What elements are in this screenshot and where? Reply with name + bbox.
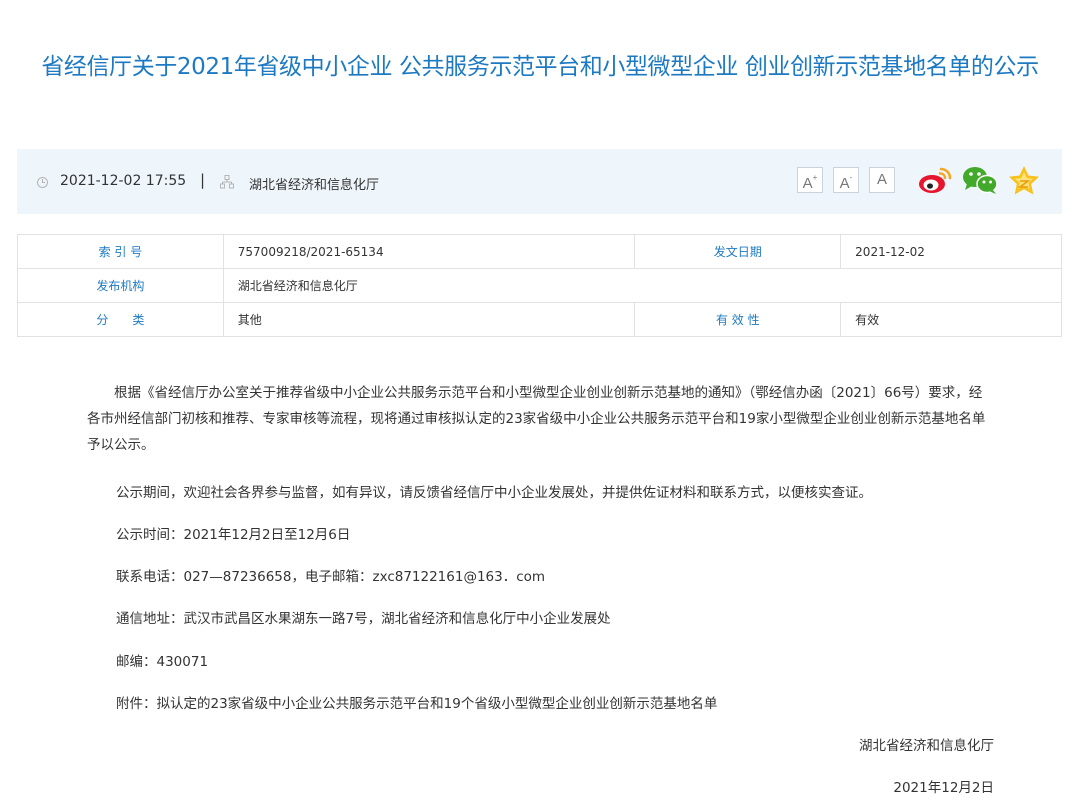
info-bar: 2021-12-02 17:55 | 湖北省经济和信息化厅 A+ A- A [17,149,1062,214]
clock-icon [37,177,48,188]
org-label: 发布机构 [17,268,224,303]
font-increase-button[interactable]: A+ [797,167,823,193]
sign-date: 2021年12月2日 [893,780,994,796]
wechat-icon[interactable] [961,164,999,196]
font-decrease-button[interactable]: A- [833,167,859,193]
category-value: 其他 [222,302,636,337]
validity-value: 有效 [840,302,1062,337]
index-label: 索 引 号 [17,234,224,269]
table-row: 发布机构 湖北省经济和信息化厅 [17,268,1063,303]
paragraph-postcode: 邮编：430071 [116,654,209,670]
org-value: 湖北省经济和信息化厅 [222,268,1063,303]
separator: | [200,171,206,189]
publisher-name: 湖北省经济和信息化厅 [249,178,380,193]
favorite-star-icon[interactable] [1007,164,1041,196]
paragraph-attachment[interactable]: 附件：拟认定的23家省级中小企业公共服务示范平台和19个省级小型微型企业创业创新… [116,692,717,712]
font-reset-button[interactable]: A [869,167,895,193]
index-value: 757009218/2021-65134 [222,234,636,269]
org-icon [220,175,234,189]
paragraph-intro: 根据《省经信厅办公室关于推荐省级中小企业公共服务示范平台和小型微型企业创业创新示… [87,385,986,453]
date-value: 2021-12-02 [840,234,1062,269]
category-label: 分 类 [17,302,224,337]
paragraph-supervision: 公示期间，欢迎社会各界参与监督，如有异议，请反馈省经信厅中小企业发展处，并提供佐… [116,485,872,501]
table-row: 索 引 号 757009218/2021-65134 发文日期 2021-12-… [17,234,1062,269]
signature: 湖北省经济和信息化厅 [859,738,994,754]
paragraph-contact: 联系电话：027—87236658，电子邮箱：zxc87122161@163．c… [116,569,546,585]
date-label: 发文日期 [634,234,842,269]
paragraph-period: 公示时间：2021年12月2日至12月6日 [116,527,351,543]
validity-label: 有 效 性 [634,302,842,337]
paragraph-address: 通信地址：武汉市武昌区水果湖东一路7号，湖北省经济和信息化厅中小企业发展处 [116,611,611,627]
document-meta-table: 索 引 号 757009218/2021-65134 发文日期 2021-12-… [17,234,1063,337]
page-title: 省经信厅关于2021年省级中小企业 公共服务示范平台和小型微型企业 创业创新示范… [41,54,1039,80]
table-row: 分 类 其他 有 效 性 有效 [17,302,1062,337]
weibo-icon[interactable] [917,164,953,196]
publish-datetime: 2021-12-02 17:55 [60,173,187,189]
